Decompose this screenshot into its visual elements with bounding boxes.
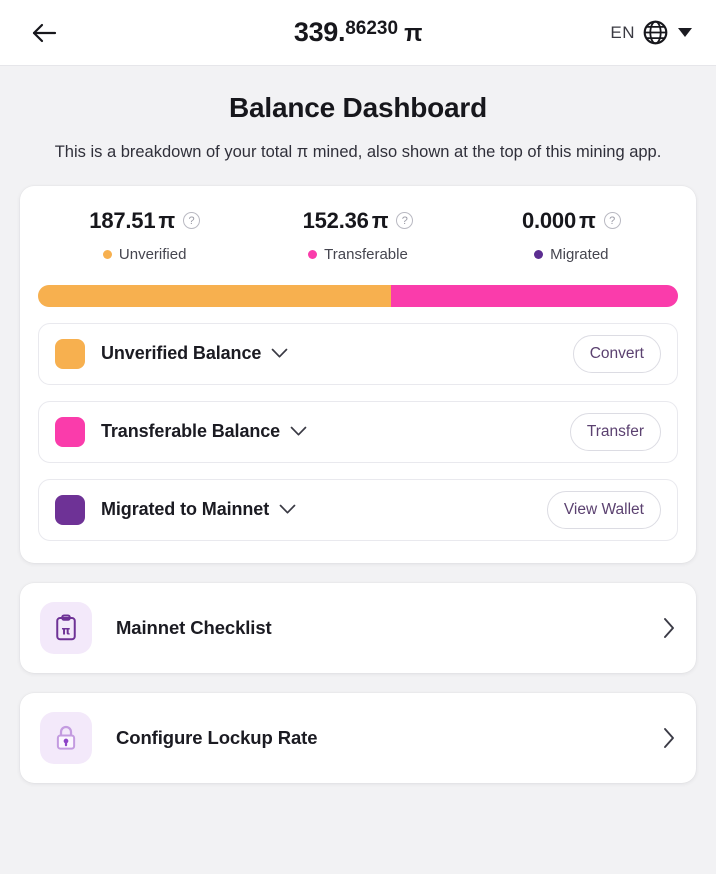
progress-segment-unverified [38, 284, 392, 307]
color-swatch [55, 338, 85, 369]
total-balance: 339.86230 π [0, 17, 716, 48]
color-swatch [55, 494, 85, 525]
balance-separator: . [338, 17, 346, 47]
chevron-down-icon [678, 28, 692, 37]
convert-button[interactable]: Convert [572, 334, 661, 373]
chevron-down-icon[interactable] [279, 504, 296, 515]
menu-item-label: Configure Lockup Rate [116, 726, 318, 748]
padlock-icon [40, 711, 92, 764]
balance-row-unverified[interactable]: Unverified Balance Convert [38, 322, 678, 385]
stat-transferable: 152.36 π ? Transferable [251, 208, 464, 263]
arrow-left-icon [32, 23, 57, 42]
top-bar: 339.86230 π EN [0, 0, 716, 66]
balance-whole: 339 [293, 17, 339, 47]
legend-dot [534, 249, 544, 259]
language-code: EN [610, 22, 635, 42]
stat-value: 0.000 π [521, 207, 596, 233]
stat-unverified: 187.51 π ? Unverified [38, 208, 251, 263]
stat-migrated: 0.000 π ? Migrated [465, 208, 678, 263]
chevron-right-icon[interactable] [662, 726, 676, 750]
legend-label: Migrated [550, 245, 609, 263]
svg-text:π: π [62, 624, 71, 637]
stat-legend: Unverified [38, 246, 251, 263]
balance-row-label: Migrated to Mainnet [101, 499, 270, 520]
chevron-down-icon[interactable] [290, 426, 307, 437]
stat-legend: Migrated [465, 246, 678, 263]
balance-progress-bar [38, 284, 678, 307]
help-icon[interactable]: ? [396, 212, 414, 230]
color-swatch [55, 416, 85, 447]
page-title: Balance Dashboard [228, 92, 488, 123]
stat-value: 187.51 π [89, 207, 176, 233]
stat-legend: Transferable [251, 246, 464, 263]
legend-dot [308, 249, 318, 259]
pi-symbol: π [404, 20, 423, 47]
back-button[interactable] [24, 13, 64, 53]
legend-label: Transferable [324, 245, 408, 263]
transfer-button[interactable]: Transfer [569, 412, 661, 451]
balance-row-label: Unverified Balance [101, 343, 262, 364]
balance-row-label: Transferable Balance [101, 421, 281, 442]
page-content: Balance Dashboard This is a breakdown of… [0, 92, 716, 783]
help-icon[interactable]: ? [183, 212, 201, 230]
balance-row-transferable[interactable]: Transferable Balance Transfer [38, 400, 678, 463]
legend-dot [102, 249, 112, 259]
balance-row-migrated[interactable]: Migrated to Mainnet View Wallet [38, 478, 678, 541]
menu-item-configure-lockup-rate[interactable]: Configure Lockup Rate [20, 692, 696, 783]
balance-fraction: 86230 [345, 18, 399, 39]
language-selector[interactable]: EN [610, 19, 692, 46]
balance-card: 187.51 π ? Unverified 152.36 π ? Transfera… [20, 185, 696, 563]
progress-segment-transferable [391, 284, 678, 307]
menu-item-label: Mainnet Checklist [116, 616, 272, 638]
help-icon[interactable]: ? [603, 212, 621, 230]
view-wallet-button[interactable]: View Wallet [546, 490, 661, 529]
page-description: This is a breakdown of your total π mine… [54, 143, 662, 161]
clipboard-pi-icon: π [40, 601, 92, 654]
globe-icon [643, 20, 668, 45]
chevron-right-icon[interactable] [662, 616, 676, 640]
menu-item-mainnet-checklist[interactable]: π Mainnet Checklist [20, 582, 696, 673]
stats-row: 187.51 π ? Unverified 152.36 π ? Transfera… [38, 208, 678, 263]
stat-value: 152.36 π [302, 207, 389, 233]
legend-label: Unverified [118, 245, 187, 263]
chevron-down-icon[interactable] [271, 348, 288, 359]
